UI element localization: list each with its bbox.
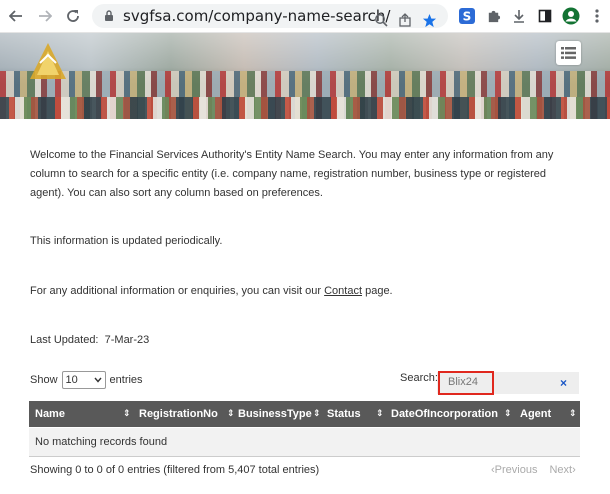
fsa-logo[interactable] <box>26 41 70 81</box>
clear-search-button[interactable]: × <box>560 376 567 390</box>
previous-page-button[interactable]: ‹Previous <box>491 464 537 476</box>
intro-paragraph: Welcome to the Financial Services Author… <box>30 149 554 199</box>
contact-link[interactable]: Contact <box>324 285 362 297</box>
lock-icon[interactable] <box>101 8 117 24</box>
update-note: This information is updated periodically… <box>30 235 223 247</box>
show-entries-control: Show 10 entries <box>30 371 143 389</box>
column-header-status[interactable]: Status <box>327 401 361 427</box>
table-header: Name ⇕ RegistrationNo ⇕ BusinessType ⇕ S… <box>29 401 580 427</box>
empty-table-message: No matching records found <box>35 436 168 448</box>
column-header-registrationno[interactable]: RegistrationNo <box>139 401 218 427</box>
search-highlight-box <box>438 371 494 395</box>
contact-paragraph: For any additional information or enquir… <box>30 282 393 301</box>
profile-avatar-icon[interactable] <box>560 4 582 28</box>
back-arrow-icon[interactable] <box>4 4 28 28</box>
column-header-dateofincorporation[interactable]: DateOfIncorporation <box>391 401 498 427</box>
sort-icon[interactable]: ⇕ <box>123 408 131 419</box>
bookmark-star-icon[interactable] <box>418 8 440 32</box>
hamburger-menu-button[interactable] <box>556 41 581 65</box>
sort-icon[interactable]: ⇕ <box>376 408 384 419</box>
contact-suffix: page. <box>362 285 393 297</box>
last-updated-label: Last Updated: <box>30 334 99 346</box>
column-header-businesstype[interactable]: BusinessType <box>238 401 312 427</box>
entries-select-value: 10 <box>65 374 78 386</box>
svg-text:S: S <box>463 10 472 24</box>
sort-icon[interactable]: ⇕ <box>504 408 512 419</box>
sort-icon[interactable]: ⇕ <box>227 408 235 419</box>
table-info: Showing 0 to 0 of 0 entries (filtered fr… <box>30 464 320 476</box>
sort-icon[interactable]: ⇕ <box>569 408 577 419</box>
contact-prefix: For any additional information or enquir… <box>30 285 325 297</box>
download-icon[interactable] <box>508 4 530 28</box>
browser-toolbar: svgfsa.com/company-name-search/ S <box>0 0 610 33</box>
zoom-icon[interactable] <box>370 8 392 32</box>
header-banner <box>0 33 610 119</box>
forward-arrow-icon[interactable] <box>33 4 57 28</box>
side-panel-icon[interactable] <box>534 4 556 28</box>
pagination: ‹Previous Next› <box>491 464 576 476</box>
entries-label: entries <box>109 374 143 386</box>
share-icon[interactable] <box>394 8 416 32</box>
search-label: Search: <box>400 372 438 384</box>
hamburger-icon <box>561 47 576 59</box>
next-page-button[interactable]: Next› <box>549 464 575 476</box>
chevron-down-icon <box>93 377 102 383</box>
entries-select[interactable]: 10 <box>61 371 106 389</box>
address-bar[interactable]: svgfsa.com/company-name-search/ <box>92 4 448 28</box>
column-header-agent[interactable]: Agent <box>520 401 551 427</box>
banner-town-image-foreground <box>0 97 610 119</box>
extension-s-icon[interactable]: S <box>456 4 478 28</box>
last-updated-value: 7-Mar-23 <box>104 334 150 346</box>
show-label: Show <box>30 374 58 386</box>
url-text: svgfsa.com/company-name-search/ <box>123 7 391 25</box>
search-control: Search: <box>400 372 438 384</box>
table-row: No matching records found <box>29 428 580 457</box>
sort-icon[interactable]: ⇕ <box>313 408 321 419</box>
more-menu-icon[interactable] <box>586 4 608 28</box>
puzzle-extensions-icon[interactable] <box>482 4 504 28</box>
column-header-name[interactable]: Name <box>35 401 65 427</box>
reload-icon[interactable] <box>61 4 85 28</box>
last-updated: Last Updated: 7-Mar-23 <box>30 331 149 350</box>
